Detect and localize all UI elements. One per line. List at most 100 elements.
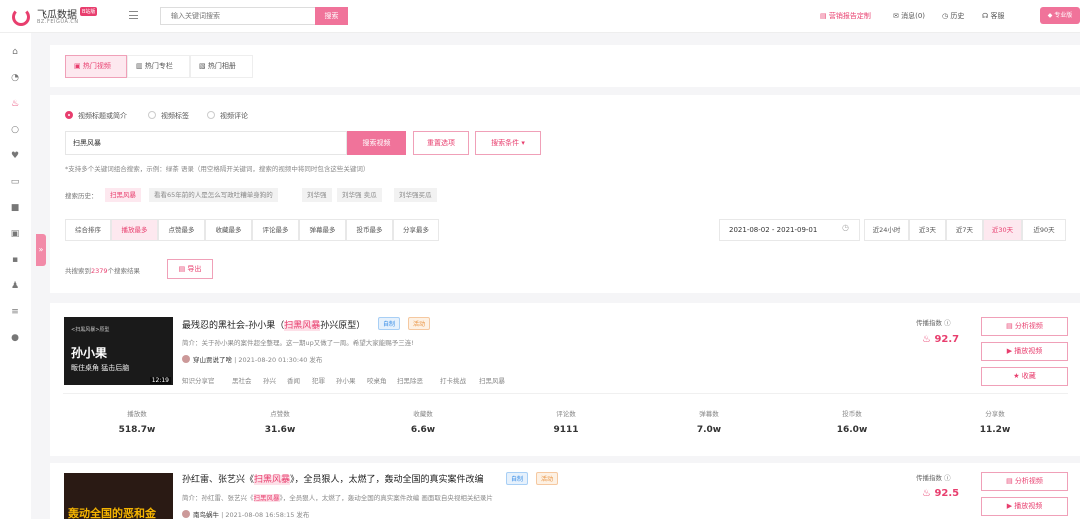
sort-most-coins[interactable]: 投币最多 bbox=[346, 219, 393, 241]
export-button[interactable]: ▤ 导出 bbox=[167, 259, 213, 279]
bag-icon[interactable]: ▭ bbox=[10, 177, 20, 187]
radio-comments[interactable]: 视频评论 bbox=[207, 111, 248, 121]
range-7d[interactable]: 近7天 bbox=[946, 219, 983, 241]
sort-most-likes[interactable]: 点赞最多 bbox=[158, 219, 205, 241]
spread-index-value: ♨ 92.7 bbox=[922, 334, 960, 345]
tab-hot-albums[interactable]: ▧ 热门相册 bbox=[190, 55, 253, 78]
keyword-tag[interactable]: 知识分享官 bbox=[182, 375, 215, 385]
keyword-tag[interactable]: 黑社会 bbox=[232, 375, 252, 385]
chart-icon: ▤ bbox=[1006, 322, 1015, 330]
ad-custom-link[interactable]: ▤ 营销报告定制 bbox=[820, 11, 871, 21]
tab-hot-columns[interactable]: ▥ 热门专栏 bbox=[127, 55, 190, 78]
search-button[interactable]: 搜索 bbox=[315, 7, 348, 25]
keyword-tag[interactable]: 打卡挑战 bbox=[440, 375, 466, 385]
video-title[interactable]: 孙红雷、张艺兴《扫黑风暴》，全员狠人，太燃了，轰动全国的真实案件改编 bbox=[182, 472, 484, 485]
thumb-title: 孙小果 bbox=[71, 346, 108, 360]
reset-button[interactable]: 重置选项 bbox=[413, 131, 469, 155]
stat-label: 评论数 bbox=[556, 410, 576, 418]
history-tag[interactable]: 扫黑风暴 bbox=[105, 188, 141, 202]
chart-icon: ▤ bbox=[1006, 477, 1015, 485]
history-link[interactable]: ◷ 历史 bbox=[942, 11, 964, 21]
sort-most-favorites[interactable]: 收藏最多 bbox=[205, 219, 252, 241]
result-count: 共搜索到2379个搜索结果 bbox=[65, 267, 141, 275]
conditions-button[interactable]: 搜索条件 ▾ bbox=[475, 131, 541, 155]
flame-icon: ♨ bbox=[922, 334, 935, 345]
heart-icon[interactable]: ♥ bbox=[10, 151, 20, 161]
spread-index-label: 传播指数 ⓘ bbox=[916, 474, 951, 482]
video-thumbnail[interactable]: 轰动全国的恶和金 bbox=[64, 473, 173, 519]
video-author[interactable]: 穿山贾说了啥 | 2021-08-20 01:30:40 发布 bbox=[182, 354, 322, 364]
avatar bbox=[182, 510, 190, 518]
sort-most-comments[interactable]: 评论最多 bbox=[252, 219, 299, 241]
search-hint: *支持多个关键词组合搜索，示例：绿茶 语录（用空格隔开关键词，搜索的视频中将同时… bbox=[65, 165, 370, 173]
range-30d[interactable]: 近30天 bbox=[983, 219, 1022, 241]
history-tag[interactable]: 刘华强买瓜 bbox=[394, 188, 437, 202]
keyword-tag[interactable]: 孙小果 bbox=[336, 375, 356, 385]
range-3d[interactable]: 近3天 bbox=[909, 219, 946, 241]
mail-icon: ✉ bbox=[893, 12, 902, 20]
radio-title-desc[interactable]: 视频标题或简介 bbox=[65, 111, 127, 121]
pie-chart-icon[interactable]: ◔ bbox=[10, 73, 20, 83]
clock-icon: ◷ bbox=[842, 223, 849, 232]
menu-toggle-icon[interactable] bbox=[129, 11, 138, 19]
range-24h[interactable]: 近24小时 bbox=[864, 219, 909, 241]
messages-link[interactable]: ✉ 消息(0) bbox=[893, 11, 925, 21]
history-tag[interactable]: 刘华强 卖瓜 bbox=[337, 188, 382, 202]
keyword-input[interactable] bbox=[65, 131, 347, 155]
star-icon: ★ bbox=[1013, 372, 1022, 380]
search-input[interactable] bbox=[160, 7, 316, 25]
stat-value: 9111 bbox=[553, 425, 579, 435]
briefcase-icon[interactable]: ▪ bbox=[10, 255, 20, 265]
avatar bbox=[182, 355, 190, 363]
keyword-tag[interactable]: 咬桌角 bbox=[367, 375, 387, 385]
play-video-button[interactable]: ▶ 播放视频 bbox=[981, 497, 1068, 516]
top-bar: 飞瓜数据 B站版 BZ.FEIGUA.CN 搜索 ▤ 营销报告定制 ✉ 消息(0… bbox=[0, 0, 1080, 33]
video-title[interactable]: 最残忍的黑社会-孙小果（扫黑风暴孙兴原型） bbox=[182, 318, 365, 331]
keyword-tag[interactable]: 香闻 bbox=[287, 375, 300, 385]
keyword-tag[interactable]: 孙兴 bbox=[263, 375, 276, 385]
sort-most-plays[interactable]: 播放最多 bbox=[111, 219, 158, 241]
keyword-tag[interactable]: 扫黑风暴 bbox=[479, 375, 505, 385]
user-icon[interactable]: ♟ bbox=[10, 281, 20, 291]
video-tab-icon: ▣ bbox=[74, 62, 83, 70]
analyze-video-button[interactable]: ▤ 分析视频 bbox=[981, 317, 1068, 336]
list-icon[interactable]: ≡ bbox=[10, 307, 20, 317]
history-tag[interactable]: 刘华强 bbox=[302, 188, 332, 202]
play-video-button[interactable]: ▶ 播放视频 bbox=[981, 342, 1068, 361]
tv-icon[interactable]: ▣ bbox=[10, 229, 20, 239]
stat-value: 16.0w bbox=[836, 425, 868, 435]
favorite-button[interactable]: ★ 收藏 bbox=[981, 367, 1068, 386]
date-range-picker[interactable]: 2021-08-02 - 2021-09-01 bbox=[719, 219, 860, 241]
thumb-subtitle: 畈住桌角 猛击后脑 bbox=[71, 364, 130, 372]
fire-icon[interactable]: ♨ bbox=[10, 99, 20, 109]
flame-icon: ♨ bbox=[922, 488, 935, 499]
tab-hot-videos[interactable]: ▣ 热门视频 bbox=[65, 55, 127, 78]
range-90d[interactable]: 近90天 bbox=[1022, 219, 1066, 241]
home-icon[interactable]: ⌂ bbox=[10, 47, 20, 57]
stat-label: 分享数 bbox=[985, 410, 1005, 418]
sort-most-danmaku[interactable]: 弹幕最多 bbox=[299, 219, 346, 241]
radio-tags[interactable]: 视频标签 bbox=[148, 111, 189, 121]
video-author[interactable]: 南鸟蜗牛 | 2021-08-08 16:58:15 发布 bbox=[182, 509, 309, 519]
books-icon: ▥ bbox=[136, 62, 145, 70]
self-made-badge: 自制 bbox=[378, 317, 401, 330]
keyword-tag[interactable]: 扫黑除恶 bbox=[397, 375, 423, 385]
pro-badge[interactable]: ◆ 专业版 bbox=[1040, 7, 1080, 24]
analyze-video-button[interactable]: ▤ 分析视频 bbox=[981, 472, 1068, 491]
thumb-caption: <扫黑风暴>原型 bbox=[71, 327, 110, 333]
search-icon[interactable]: ○ bbox=[10, 125, 20, 135]
logo-icon[interactable] bbox=[12, 8, 30, 26]
stat-label: 投币数 bbox=[842, 410, 862, 418]
help-icon[interactable]: ● bbox=[10, 333, 20, 343]
sort-most-shares[interactable]: 分享最多 bbox=[393, 219, 439, 241]
video-icon[interactable]: ■ bbox=[10, 203, 20, 213]
expand-sidebar-icon[interactable]: » bbox=[36, 234, 46, 266]
sort-comprehensive[interactable]: 综合排序 bbox=[65, 219, 111, 241]
stat-value: 6.6w bbox=[410, 425, 436, 435]
video-thumbnail[interactable]: <扫黑风暴>原型 孙小果 畈住桌角 猛击后脑 12:19 bbox=[64, 317, 173, 385]
service-link[interactable]: ☊ 客服 bbox=[982, 11, 1004, 21]
search-video-button[interactable]: 搜索视频 bbox=[347, 131, 406, 155]
activity-badge: 活动 bbox=[408, 317, 431, 330]
history-tag[interactable]: 看看65年前的人是怎么写政吐糟单身狗的 bbox=[149, 188, 278, 202]
keyword-tag[interactable]: 犯罪 bbox=[312, 375, 325, 385]
